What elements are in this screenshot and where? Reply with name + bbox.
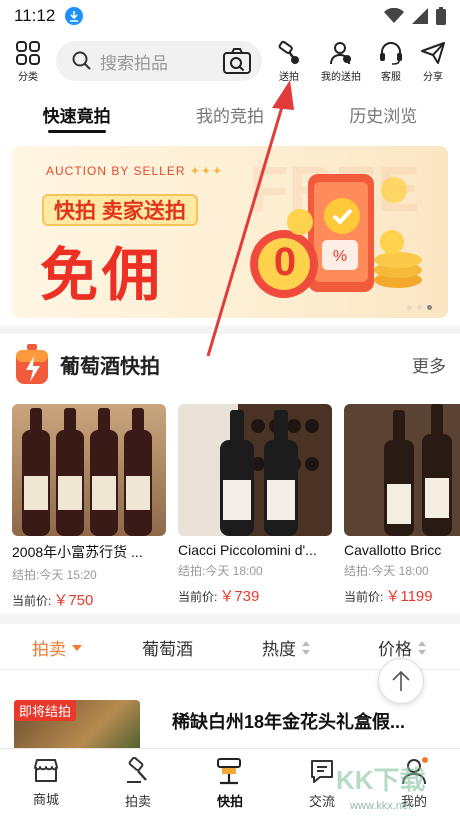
arrow-up-icon [392,670,410,691]
banner-pagination [407,305,432,310]
caret-down-icon [72,644,82,651]
wine-end-time: 结拍:今天 18:00 [344,564,429,578]
wine-card[interactable]: 2008年小富苏行货 ... 结拍:今天 15:20 当前价: ￥750 [12,404,166,610]
signal-icon [412,8,428,24]
pagination-dot-active [427,305,432,310]
tab-quick-auction[interactable]: 快速竟拍 [0,92,153,136]
wine-image [344,404,460,536]
battery-icon [436,7,446,25]
banner-coin-zero: 0 [273,240,297,284]
tab-my-auction[interactable]: 我的竞拍 [153,92,306,136]
wine-image [178,404,332,536]
filter-auction-label: 拍卖 [32,640,66,659]
banner-tagline: 快拍 卖家送拍 [42,194,198,226]
sort-icon [418,640,426,655]
wine-name: Cavallotto Bricc [344,542,442,558]
banner-small-text: AUCTION BY SELLER ✦✦✦ [46,164,223,178]
wine-section-title: 葡萄酒快拍 [60,355,160,378]
send-auction-label: 送拍 [279,72,299,83]
user-gavel-icon [330,42,351,65]
phone-illustration: % [250,174,422,298]
shop-icon [34,759,58,782]
section-divider [0,614,460,624]
nav-shop-label: 商城 [32,792,59,807]
gavel-icon [278,40,299,64]
nav-auction[interactable]: 拍卖 [92,749,184,818]
filter-auction[interactable]: 拍卖 [32,635,82,660]
auction-tabs: 快速竟拍 我的竞拍 历史浏览 [0,92,460,136]
section-divider [0,326,460,334]
wine-bolt-icon [16,344,48,384]
tab-history[interactable]: 历史浏览 [307,92,460,136]
hammer-icon [127,757,147,783]
quick-auction-icon [217,758,241,785]
wine-name: 2008年小富苏行货 ... [12,544,143,560]
my-send-auction-button[interactable]: 我的送拍 [314,40,368,83]
wine-end-time: 结拍:今天 15:20 [12,568,97,582]
watermark-url: www.kkx.net [350,800,412,812]
sort-icon [302,640,310,655]
search-placeholder: 搜索拍品 [100,53,168,73]
customer-service-button[interactable]: 客服 [372,40,410,83]
customer-service-label: 客服 [381,72,401,83]
share-icon [421,42,445,64]
wine-image [12,404,166,536]
filter-wine[interactable]: 葡萄酒 [142,635,193,660]
nav-auction-label: 拍卖 [124,794,151,809]
filter-popularity-label: 热度 [262,640,296,659]
wine-list: 2008年小富苏行货 ... 结拍:今天 15:20 当前价: ￥750 Ciac… [12,404,460,610]
filter-price-label: 价格 [378,640,412,659]
search-box[interactable]: 搜索拍品 [56,41,262,81]
download-icon [65,7,84,25]
filter-popularity[interactable]: 热度 [262,635,310,660]
wine-price: 当前价: ￥750 [12,592,94,609]
category-label: 分类 [18,72,38,83]
wine-price: 当前价: ￥739 [178,588,260,605]
send-auction-button[interactable]: 送拍 [270,40,308,83]
watermark-logo: KK下载 [336,765,426,795]
wine-end-time: 结拍:今天 18:00 [178,564,263,578]
scroll-to-top-button[interactable] [378,658,424,704]
share-label: 分享 [423,72,443,83]
wine-name: Ciacci Piccolomini d'... [178,542,317,558]
promo-banner[interactable]: FREE AUCTION BY SELLER ✦✦✦ 快拍 卖家送拍 免佣 % … [12,146,448,318]
my-send-auction-label: 我的送拍 [321,72,361,83]
product-list-item[interactable]: 即将结拍 稀缺白州18年金花头礼盒假... [14,700,460,748]
nav-quick-auction[interactable]: 快拍 [184,749,276,818]
share-button[interactable]: 分享 [414,40,452,83]
pagination-dot [417,305,422,310]
pagination-dot [407,305,412,310]
status-time: 11:12 [14,6,56,25]
grid-icon [16,41,40,65]
filter-wine-label: 葡萄酒 [142,640,193,659]
nav-quick-auction-label: 快拍 [216,794,243,809]
status-bar: 11:12 [0,0,460,32]
wine-card[interactable]: Cavallotto Bricc 结拍:今天 18:00 当前价: ￥1199 [344,404,460,610]
nav-chat-label: 交流 [308,794,335,809]
wine-section-header: 葡萄酒快拍 更多 [14,342,446,386]
svg-text:%: % [333,248,347,265]
camera-search-icon[interactable] [222,47,252,75]
chat-icon [311,760,333,783]
ending-soon-badge: 即将结拍 [14,700,77,721]
wine-card[interactable]: Ciacci Piccolomini d'... 结拍:今天 18:00 当前价… [178,404,332,610]
wifi-icon [384,8,404,23]
top-bar: 分类 搜索拍品 送拍 我的送拍 客服 分享 [0,36,460,88]
wine-price: 当前价: ￥1199 [344,588,433,605]
nav-shop[interactable]: 商城 [0,749,92,818]
banner-headline: 免佣 [40,243,165,308]
more-link[interactable]: 更多 [412,352,446,377]
product-title: 稀缺白州18年金花头礼盒假... [172,712,406,732]
headset-icon [380,42,402,65]
category-button[interactable]: 分类 [8,40,48,83]
filter-price[interactable]: 价格 [378,635,426,660]
search-icon [72,51,91,70]
